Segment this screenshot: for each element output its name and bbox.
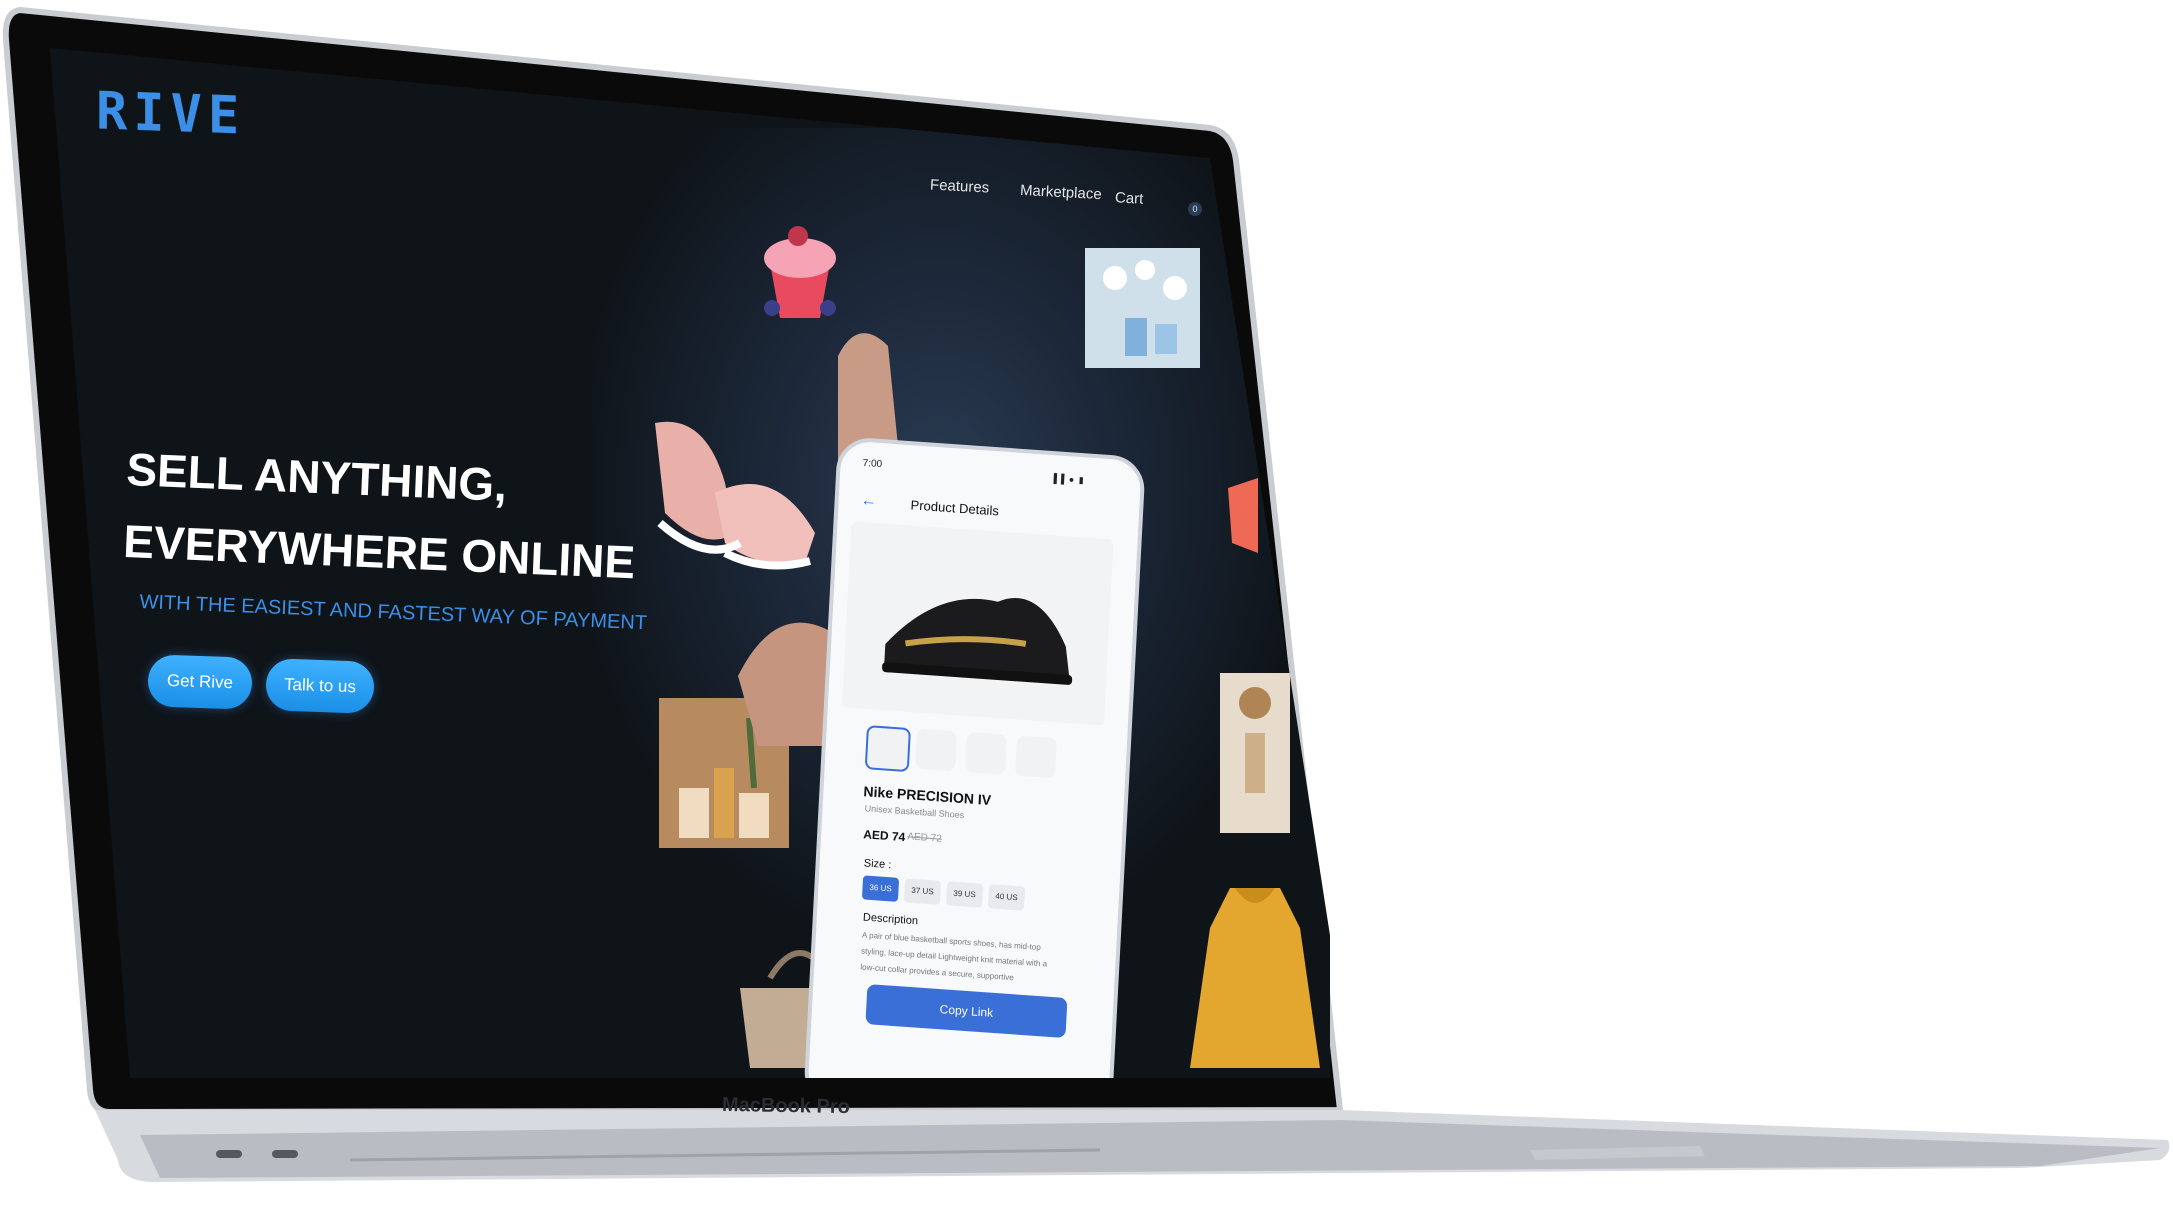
decor-image <box>1220 673 1290 833</box>
size-label: Size : <box>863 857 892 872</box>
product-price: AED 74 <box>862 827 906 845</box>
get-rive-button[interactable]: Get Rive <box>147 654 253 710</box>
product-old-price: AED 72 <box>907 831 943 845</box>
hero-subtitle: WITH THE EASIEST AND FASTEST WAY OF PAYM… <box>139 591 648 635</box>
hoodie-image <box>1190 888 1320 1068</box>
phone-screen: 7:00 ▐▐ ● ▮ ← Product Details Nike PRECI… <box>802 436 1146 1078</box>
description-label: Description <box>862 911 919 928</box>
copy-link-button[interactable]: Copy Link <box>865 984 1068 1039</box>
phone-status-icons: ▐▐ ● ▮ <box>1050 472 1086 486</box>
thumbnail-3[interactable] <box>964 732 1008 775</box>
size-option[interactable]: 40 US <box>987 884 1026 911</box>
cart-count-badge: 0 <box>1188 202 1202 216</box>
thumbnail-2[interactable] <box>914 728 958 772</box>
talk-to-us-button[interactable]: Talk to us <box>265 658 375 714</box>
thumbnail-1[interactable] <box>864 725 912 773</box>
device-brand-label: MacBook Pro <box>721 1093 851 1119</box>
size-option[interactable]: 37 US <box>903 878 942 905</box>
rive-logo[interactable]: RIVE <box>96 81 245 146</box>
hero-title: SELL ANYTHING, EVERYWHERE ONLINE <box>122 433 640 598</box>
product-main-image <box>841 521 1114 726</box>
phone-time: 7:00 <box>862 457 883 471</box>
phone-mockup: 7:00 ▐▐ ● ▮ ← Product Details Nike PRECI… <box>738 333 1146 1078</box>
screen: RIVE Features Marketplace Cart 0 SELL AN… <box>50 48 1330 1078</box>
thumbnail-4[interactable] <box>1014 735 1058 779</box>
product-category: Unisex Basketball Shoes <box>864 803 965 821</box>
nav-cart[interactable]: Cart <box>1115 189 1144 207</box>
size-option[interactable]: 39 US <box>945 881 984 908</box>
cup-image <box>1228 478 1258 553</box>
description-text: A pair of blue basketball sports shoes, … <box>860 930 1048 983</box>
product-details-title: Product Details <box>910 497 1000 519</box>
shoe-icon <box>882 598 1073 685</box>
back-arrow-icon[interactable]: ← <box>860 492 877 511</box>
nav-features[interactable]: Features <box>930 176 990 196</box>
size-option[interactable]: 36 US <box>861 875 900 902</box>
